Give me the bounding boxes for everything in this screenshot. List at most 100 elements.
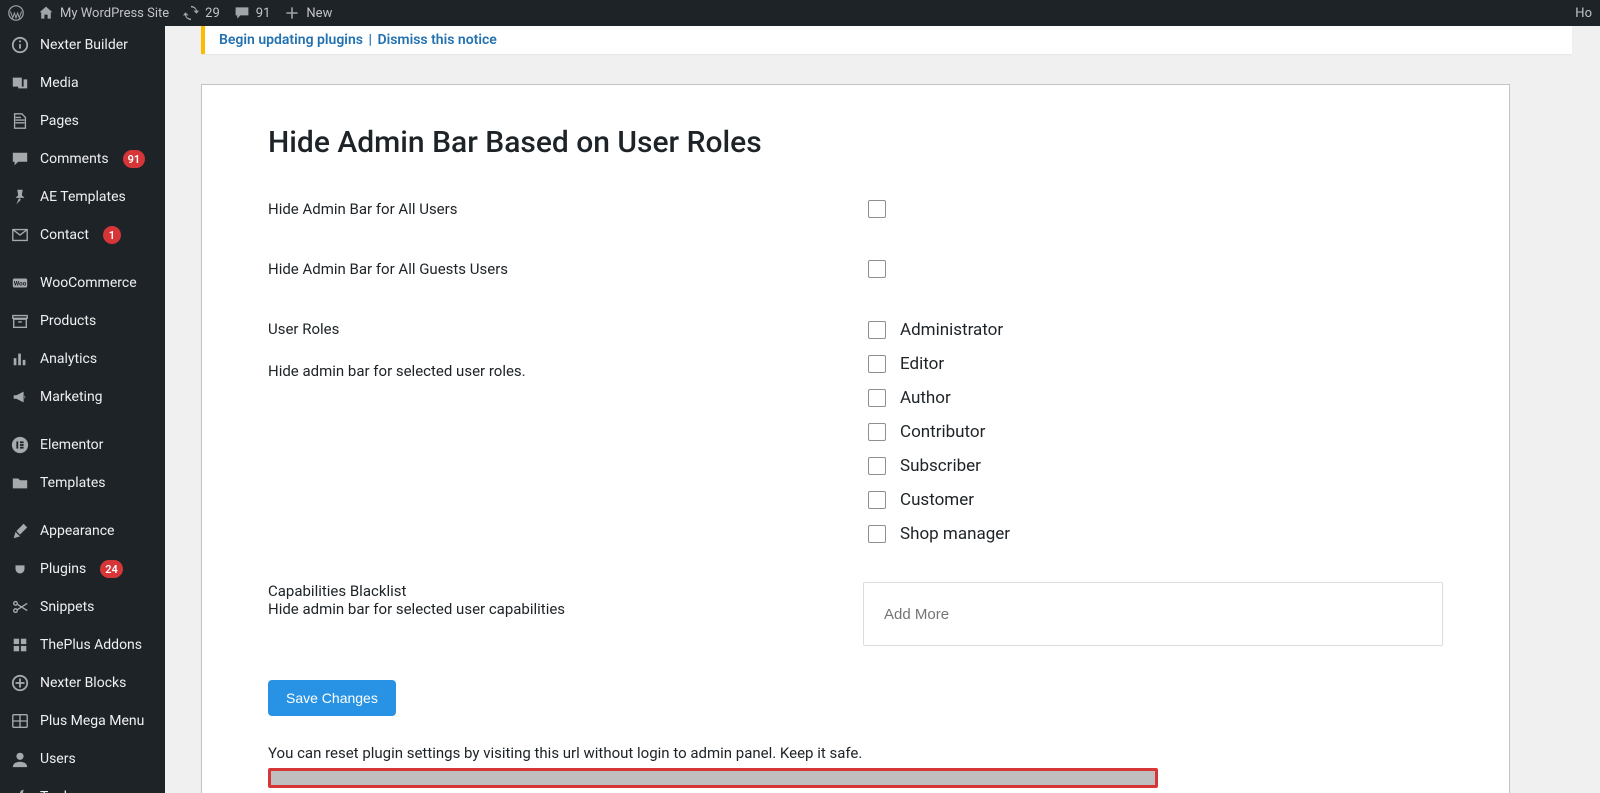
sidebar-item-label: Media [40, 75, 79, 91]
checkbox-role-subscriber[interactable] [868, 457, 886, 475]
role-list: Administrator Editor Author Contributor Subs… [868, 320, 1443, 544]
wp-logo[interactable] [8, 5, 24, 21]
role-item: Contributor [868, 422, 1443, 442]
sidebar-item-appearance[interactable]: Appearance [0, 512, 165, 550]
role-item: Subscriber [868, 456, 1443, 476]
save-button[interactable]: Save Changes [268, 680, 396, 716]
sidebar-badge: 24 [100, 560, 123, 578]
row-user-roles: User Roles Hide admin bar for selected u… [268, 320, 1443, 544]
begin-updating-link[interactable]: Begin updating plugins [219, 32, 363, 48]
sidebar-item-label: Elementor [40, 437, 103, 453]
archive-icon [10, 311, 30, 331]
sidebar-item-theplus[interactable]: ThePlus Addons [0, 626, 165, 664]
sidebar-item-marketing[interactable]: Marketing [0, 378, 165, 416]
woo-icon: Woo [10, 273, 30, 293]
brush-icon [10, 521, 30, 541]
sidebar-item-pages[interactable]: Pages [0, 102, 165, 140]
sidebar-item-tools[interactable]: Tools [0, 778, 165, 793]
folder-icon [10, 473, 30, 493]
checkbox-hide-guests[interactable] [868, 260, 886, 278]
notice-separator: | [366, 32, 374, 48]
site-name-link[interactable]: My WordPress Site [38, 5, 169, 21]
main-content: Begin updating plugins | Dismiss this no… [165, 26, 1600, 793]
checkbox-role-editor[interactable] [868, 355, 886, 373]
role-item: Editor [868, 354, 1443, 374]
admin-bar: My WordPress Site 29 91 New Ho [0, 0, 1600, 26]
role-item: Customer [868, 490, 1443, 510]
checkbox-hide-all[interactable] [868, 200, 886, 218]
sidebar-item-label: Contact [40, 227, 89, 243]
checkbox-role-shop-manager[interactable] [868, 525, 886, 543]
checkbox-role-customer[interactable] [868, 491, 886, 509]
role-label: Contributor [900, 422, 985, 442]
checkbox-role-author[interactable] [868, 389, 886, 407]
sub-user-roles: Hide admin bar for selected user roles. [268, 362, 868, 380]
sidebar-badge: 1 [103, 226, 121, 244]
sidebar-item-plus-mega[interactable]: Plus Mega Menu [0, 702, 165, 740]
sidebar-item-templates[interactable]: Templates [0, 464, 165, 502]
sidebar-item-plugins[interactable]: Plugins 24 [0, 550, 165, 588]
label-hide-all: Hide Admin Bar for All Users [268, 200, 868, 218]
role-label: Author [900, 388, 951, 408]
pin-icon [10, 187, 30, 207]
sidebar-item-label: Pages [40, 113, 79, 129]
dismiss-notice-link[interactable]: Dismiss this notice [377, 32, 496, 48]
role-label: Customer [900, 490, 974, 510]
sidebar-item-analytics[interactable]: Analytics [0, 340, 165, 378]
role-label: Administrator [900, 320, 1003, 340]
circle-info-icon [10, 35, 30, 55]
sidebar-spacer [0, 502, 165, 512]
role-item: Administrator [868, 320, 1443, 340]
page-icon [10, 111, 30, 131]
sidebar-item-comments[interactable]: Comments91 [0, 140, 165, 178]
sidebar-item-label: ThePlus Addons [40, 637, 142, 653]
sidebar-item-media[interactable]: Media [0, 64, 165, 102]
sidebar-menu: Nexter Builder Media Pages Comments91 AE Tem… [0, 26, 165, 793]
new-label: New [306, 6, 332, 21]
sidebar-item-products[interactable]: Products [0, 302, 165, 340]
grid-icon [10, 711, 30, 731]
role-label: Subscriber [900, 456, 981, 476]
row-hide-all: Hide Admin Bar for All Users [268, 200, 1443, 222]
row-capabilities: Capabilities Blacklist Hide admin bar fo… [268, 582, 1443, 646]
comments-count: 91 [256, 6, 271, 21]
role-item: Shop manager [868, 524, 1443, 544]
sidebar-item-label: Nexter Blocks [40, 675, 126, 691]
updates-count: 29 [205, 6, 220, 21]
sidebar-item-nexter-blocks[interactable]: Nexter Blocks [0, 664, 165, 702]
label-hide-guests: Hide Admin Bar for All Guests Users [268, 260, 868, 278]
checkbox-role-contributor[interactable] [868, 423, 886, 441]
comment-icon [10, 149, 30, 169]
checkbox-role-administrator[interactable] [868, 321, 886, 339]
sidebar-item-label: Snippets [40, 599, 94, 615]
reset-url-box [268, 768, 1158, 788]
sidebar-item-label: Comments [40, 151, 109, 167]
addon-icon [10, 635, 30, 655]
role-label: Shop manager [900, 524, 1010, 544]
svg-text:Woo: Woo [14, 280, 27, 288]
megaphone-icon [10, 387, 30, 407]
sidebar-item-woocommerce[interactable]: WooWooCommerce [0, 264, 165, 302]
sidebar-item-ae-templates[interactable]: AE Templates [0, 178, 165, 216]
sidebar-item-label: AE Templates [40, 189, 126, 205]
sidebar-item-label: Tools [40, 789, 74, 793]
sidebar-item-snippets[interactable]: Snippets [0, 588, 165, 626]
sidebar-item-label: Plus Mega Menu [40, 713, 144, 729]
sidebar-item-contact[interactable]: Contact 1 [0, 216, 165, 254]
sidebar-item-elementor[interactable]: Elementor [0, 426, 165, 464]
capabilities-input[interactable] [863, 582, 1443, 646]
sidebar-item-label: Templates [40, 475, 106, 491]
label-cap-blacklist: Capabilities Blacklist [268, 582, 863, 600]
plus-icon [284, 5, 300, 21]
comments-link[interactable]: 91 [234, 5, 271, 21]
reset-text: You can reset plugin settings by visitin… [268, 744, 1443, 762]
row-hide-guests: Hide Admin Bar for All Guests Users [268, 260, 1443, 282]
new-link[interactable]: New [284, 5, 332, 21]
sidebar-item-users[interactable]: Users [0, 740, 165, 778]
updates-link[interactable]: 29 [183, 5, 220, 21]
bars-icon [10, 349, 30, 369]
media-icon [10, 73, 30, 93]
sidebar-item-nexter-builder[interactable]: Nexter Builder [0, 26, 165, 64]
sidebar-item-label: Plugins [40, 561, 86, 577]
sidebar-item-label: Users [40, 751, 76, 767]
